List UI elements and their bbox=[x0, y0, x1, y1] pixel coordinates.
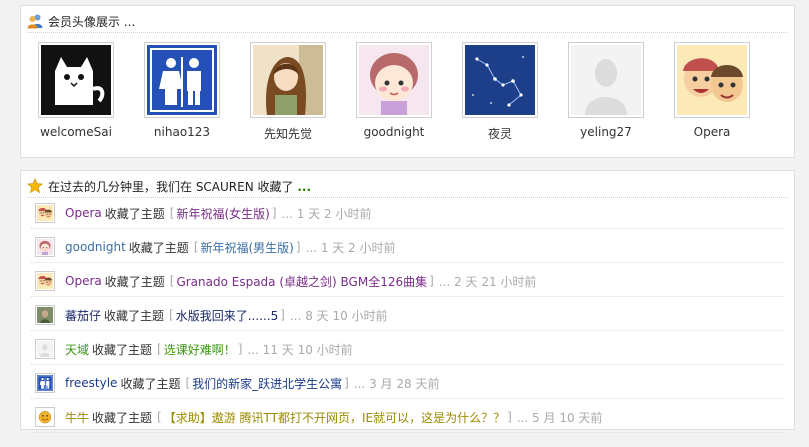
timestamp: ... 8 天 10 小时前 bbox=[289, 308, 388, 323]
star-icon bbox=[26, 178, 44, 194]
cartoon-girl-avatar[interactable] bbox=[359, 45, 429, 115]
smiley-avatar[interactable] bbox=[35, 407, 55, 427]
anime-girl-avatar[interactable] bbox=[253, 45, 323, 115]
recent-favorites-title: 在过去的几分钟里，我们在 SCAUREN 收藏了 ... bbox=[48, 178, 311, 195]
user-link[interactable]: 天域 bbox=[65, 341, 89, 358]
user-link[interactable]: Opera bbox=[65, 206, 102, 220]
list-item: goodnight 收藏了主题 [新年祝福(男生版)] ... 1 天 2 小时前 bbox=[31, 232, 784, 263]
topic-link[interactable]: 新年祝福(女生版) bbox=[176, 205, 269, 222]
photo-avatar[interactable] bbox=[35, 305, 55, 325]
list-item: 蕃茄仔 收藏了主题 [水版我回来了......5] ... 8 天 10 小时前 bbox=[31, 300, 784, 331]
cartoon-girl-avatar[interactable] bbox=[35, 237, 55, 257]
action-text: 收藏了主题 bbox=[128, 240, 189, 255]
bracket-close: ] bbox=[344, 376, 349, 390]
constellation-avatar[interactable] bbox=[465, 45, 535, 115]
cartoon-boys-avatar[interactable] bbox=[677, 45, 747, 115]
bracket-close: ] bbox=[271, 206, 277, 220]
member-name[interactable]: welcomeSai bbox=[37, 125, 115, 139]
bracket-open: [ bbox=[169, 308, 174, 322]
avatar-frame[interactable] bbox=[144, 42, 220, 118]
timestamp: ... 1 天 2 小时前 bbox=[305, 240, 396, 255]
topic-link[interactable]: 水版我回来了......5 bbox=[176, 307, 279, 324]
bracket-open: [ bbox=[193, 240, 199, 254]
list-item: Opera 收藏了主题 [Granado Espada (卓越之剑) BGM全126… bbox=[31, 266, 784, 297]
timestamp: ... 1 天 2 小时前 bbox=[281, 206, 372, 221]
bracket-open: [ bbox=[157, 410, 162, 424]
user-link[interactable]: 牛牛 bbox=[65, 409, 89, 426]
restroom-sign-avatar[interactable] bbox=[147, 45, 217, 115]
avatar-frame[interactable] bbox=[38, 42, 114, 118]
member-avatars-header: 会员头像展示 ... bbox=[27, 10, 788, 33]
default-silhouette-avatar[interactable] bbox=[571, 45, 641, 115]
bracket-open: [ bbox=[169, 206, 175, 220]
member-avatar-card[interactable]: welcomeSai bbox=[37, 42, 115, 139]
timestamp: ... 5 月 10 天前 bbox=[516, 410, 603, 425]
bracket-open: [ bbox=[185, 376, 191, 390]
member-name[interactable]: Opera bbox=[673, 125, 751, 139]
list-item: 天域 收藏了主题 [选课好难啊！] ... 11 天 10 小时前 bbox=[31, 334, 784, 365]
avatar-frame[interactable] bbox=[462, 42, 538, 118]
bracket-close: ] bbox=[280, 308, 285, 322]
action-text: 收藏了主题 bbox=[120, 376, 181, 391]
avatar-frame[interactable] bbox=[356, 42, 432, 118]
member-name[interactable]: nihao123 bbox=[143, 125, 221, 139]
member-name[interactable]: goodnight bbox=[355, 125, 433, 139]
list-item: Opera 收藏了主题 [新年祝福(女生版)] ... 1 天 2 小时前 bbox=[31, 198, 784, 229]
topic-link[interactable]: Granado Espada (卓越之剑) BGM全126曲集 bbox=[176, 273, 427, 290]
recent-favorites-panel: 在过去的几分钟里，我们在 SCAUREN 收藏了 ... Opera 收藏了主题[… bbox=[20, 170, 795, 433]
member-name[interactable]: yeling27 bbox=[567, 125, 645, 139]
member-avatar-card[interactable]: goodnight bbox=[355, 42, 433, 139]
topic-link[interactable]: 新年祝福(男生版) bbox=[201, 239, 294, 256]
list-item: 牛牛 收藏了主题 [【求助】遨游 腾讯TT都打不开网页，IE就可以，这是为什么？？]… bbox=[31, 402, 784, 433]
bracket-open: [ bbox=[169, 274, 175, 288]
bracket-close: ] bbox=[295, 240, 301, 254]
users-icon bbox=[27, 13, 43, 29]
recent-favorites-header: 在过去的几分钟里，我们在 SCAUREN 收藏了 ... bbox=[26, 175, 788, 198]
action-text: 收藏了主题 bbox=[104, 274, 165, 289]
topic-link[interactable]: 【求助】遨游 腾讯TT都打不开网页，IE就可以，这是为什么？？ bbox=[164, 409, 505, 426]
member-avatars-title: 会员头像展示 ... bbox=[48, 14, 136, 29]
timestamp: ... 11 天 10 小时前 bbox=[247, 342, 353, 357]
member-avatar-card[interactable]: Opera bbox=[673, 42, 751, 139]
bracket-close: ] bbox=[507, 410, 512, 424]
action-text: 收藏了主题 bbox=[92, 342, 153, 357]
bracket-close: ] bbox=[237, 342, 243, 356]
topic-link[interactable]: 选课好难啊！ bbox=[164, 341, 236, 358]
user-link[interactable]: 蕃茄仔 bbox=[65, 307, 101, 324]
member-avatar-card[interactable]: yeling27 bbox=[567, 42, 645, 139]
topic-link[interactable]: 我们的新家_跃进北学生公寓 bbox=[192, 375, 342, 392]
restroom-sign-avatar[interactable] bbox=[35, 373, 55, 393]
member-avatar-card[interactable]: 先知先觉 bbox=[249, 42, 327, 142]
action-text: 收藏了主题 bbox=[104, 206, 165, 221]
default-silhouette-avatar[interactable] bbox=[35, 339, 55, 359]
recent-favorites-title-text: 在过去的几分钟里，我们在 SCAUREN 收藏了 bbox=[48, 179, 294, 194]
action-text: 收藏了主题 bbox=[92, 410, 153, 425]
user-link[interactable]: Opera bbox=[65, 274, 102, 288]
member-avatar-card[interactable]: 夜灵 bbox=[461, 42, 539, 142]
timestamp: ... 2 天 21 小时前 bbox=[438, 274, 537, 289]
timestamp: ... 3 月 28 天前 bbox=[353, 376, 440, 391]
member-avatar-card[interactable]: nihao123 bbox=[143, 42, 221, 139]
white-cat-avatar[interactable] bbox=[41, 45, 111, 115]
avatar-frame[interactable] bbox=[568, 42, 644, 118]
cartoon-boys-avatar[interactable] bbox=[35, 203, 55, 223]
member-avatars-panel: 会员头像展示 ... welcomeSai nihao123 先知先觉 goodnig… bbox=[20, 5, 795, 158]
list-item: freestyle 收藏了主题 [我们的新家_跃进北学生公寓] ... 3 月 28 … bbox=[31, 368, 784, 399]
member-name[interactable]: 先知先觉 bbox=[249, 125, 327, 142]
bracket-close: ] bbox=[429, 274, 434, 288]
user-link[interactable]: goodnight bbox=[65, 240, 126, 254]
cartoon-boys-avatar[interactable] bbox=[35, 271, 55, 291]
user-link[interactable]: freestyle bbox=[65, 376, 117, 390]
avatar-frame[interactable] bbox=[674, 42, 750, 118]
action-text: 收藏了主题 bbox=[104, 308, 165, 323]
bracket-open: [ bbox=[157, 342, 162, 356]
recent-favorites-title-dots[interactable]: ... bbox=[297, 180, 311, 194]
member-name[interactable]: 夜灵 bbox=[461, 125, 539, 142]
avatar-frame[interactable] bbox=[250, 42, 326, 118]
